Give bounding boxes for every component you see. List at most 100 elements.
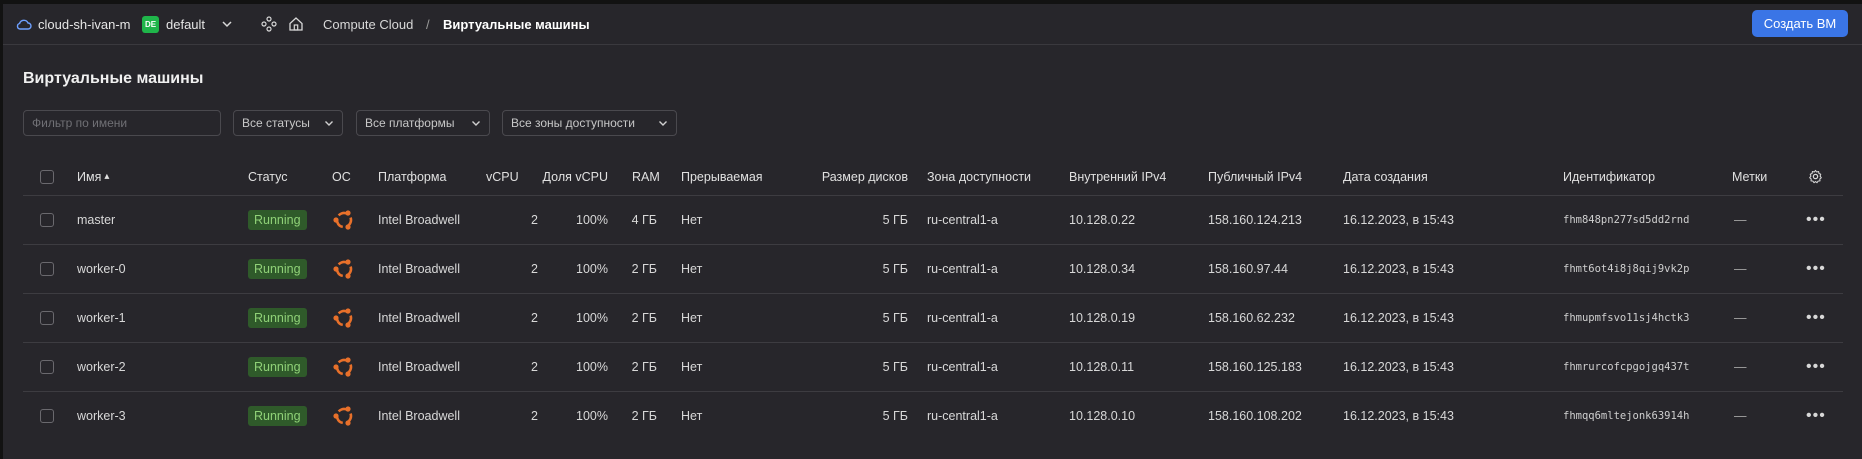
breadcrumb-current: Виртуальные машины	[443, 17, 590, 32]
disk-size-cell: 5 ГБ	[882, 360, 908, 374]
os-cell	[332, 196, 356, 244]
chevron-down-icon	[472, 121, 480, 126]
ubuntu-icon	[333, 406, 353, 426]
zone-cell: ru-central1-a	[927, 213, 998, 227]
status-badge: Running	[248, 259, 307, 279]
column-id[interactable]: Идентификатор	[1563, 158, 1655, 195]
more-dots-icon[interactable]: •••	[1806, 196, 1826, 244]
column-disk-size[interactable]: Размер дисков	[793, 158, 908, 195]
ubuntu-icon	[333, 357, 353, 377]
column-zone[interactable]: Зона доступности	[927, 158, 1031, 195]
disk-size-cell: 5 ГБ	[882, 213, 908, 227]
created-cell: 16.12.2023, в 15:43	[1343, 262, 1454, 276]
platform-cell: Intel Broadwell	[378, 360, 460, 374]
public-ip-cell: 158.160.62.232	[1208, 311, 1295, 325]
cloud-selector[interactable]: cloud-sh-ivan-m	[38, 17, 130, 32]
table-row[interactable]: worker-0 Running Intel Broadwell 2 100% …	[23, 245, 1843, 294]
public-ip-cell: 158.160.97.44	[1208, 262, 1288, 276]
internal-ip-cell: 10.128.0.10	[1069, 409, 1136, 423]
labels-cell: —	[1734, 213, 1747, 227]
gear-icon	[1809, 169, 1822, 184]
table-row[interactable]: worker-2 Running Intel Broadwell 2 100% …	[23, 343, 1843, 392]
created-cell: 16.12.2023, в 15:43	[1343, 409, 1454, 423]
id-cell: fhmt6ot4i8j8qij9vk2p	[1563, 263, 1690, 275]
column-vcpu[interactable]: vCPU	[486, 158, 519, 195]
more-dots-icon[interactable]: •••	[1806, 343, 1826, 391]
table-row[interactable]: master Running Intel Broadwell 2 100% 4 …	[23, 196, 1843, 245]
ubuntu-icon	[333, 259, 353, 279]
ram-cell: 2 ГБ	[631, 360, 657, 374]
chevron-down-icon	[659, 121, 667, 126]
public-ip-cell: 158.160.125.183	[1208, 360, 1302, 374]
column-name[interactable]: Имя ▴	[77, 158, 109, 195]
table-row[interactable]: worker-1 Running Intel Broadwell 2 100% …	[23, 294, 1843, 343]
column-ram[interactable]: RAM	[632, 158, 660, 195]
column-os[interactable]: ОС	[332, 158, 351, 195]
disk-size-cell: 5 ГБ	[882, 262, 908, 276]
os-cell	[332, 392, 356, 440]
more-dots-icon[interactable]: •••	[1806, 294, 1826, 342]
status-filter-value: Все статусы	[242, 116, 310, 130]
create-vm-button[interactable]: Создать ВМ	[1752, 10, 1848, 37]
chevron-down-icon[interactable]	[221, 18, 233, 30]
created-cell: 16.12.2023, в 15:43	[1343, 311, 1454, 325]
status-filter-select[interactable]: Все статусы	[233, 110, 343, 136]
table-settings-button[interactable]	[1808, 158, 1823, 195]
status-badge: Running	[248, 210, 307, 230]
os-cell	[332, 245, 356, 293]
vm-name[interactable]: worker-0	[77, 245, 126, 293]
app-window: cloud-sh-ivan-m DE default Compute Cloud…	[3, 4, 1862, 459]
ubuntu-icon	[333, 308, 353, 328]
breadcrumb-service[interactable]: Compute Cloud	[323, 17, 413, 32]
row-checkbox[interactable]	[40, 213, 54, 227]
id-cell: fhm848pn277sd5dd2rnd	[1563, 214, 1690, 226]
page-title: Виртуальные машины	[23, 70, 204, 87]
platform-cell: Intel Broadwell	[378, 262, 460, 276]
vm-table: Имя ▴ Статус ОС Платформа vCPU Доля vCPU…	[23, 158, 1843, 440]
vm-name[interactable]: worker-2	[77, 343, 126, 391]
services-hub-icon[interactable]	[261, 16, 277, 32]
folder-selector[interactable]: default	[166, 17, 205, 32]
zone-filter-value: Все зоны доступности	[511, 116, 635, 130]
internal-ip-cell: 10.128.0.19	[1069, 311, 1136, 325]
top-bar: cloud-sh-ivan-m DE default Compute Cloud…	[3, 4, 1862, 45]
column-platform[interactable]: Платформа	[378, 158, 446, 195]
zone-filter-select[interactable]: Все зоны доступности	[502, 110, 677, 136]
row-checkbox[interactable]	[40, 360, 54, 374]
column-public-ip[interactable]: Публичный IPv4	[1208, 158, 1302, 195]
platform-filter-select[interactable]: Все платформы	[356, 110, 490, 136]
column-labels[interactable]: Метки	[1732, 158, 1767, 195]
zone-cell: ru-central1-a	[927, 360, 998, 374]
name-filter-input[interactable]	[23, 110, 221, 136]
vm-name[interactable]: worker-3	[77, 392, 126, 440]
more-dots-icon[interactable]: •••	[1806, 245, 1826, 293]
column-internal-ip[interactable]: Внутренний IPv4	[1069, 158, 1166, 195]
table-row[interactable]: worker-3 Running Intel Broadwell 2 100% …	[23, 392, 1843, 440]
public-ip-cell: 158.160.108.202	[1208, 409, 1302, 423]
os-cell	[332, 294, 356, 342]
created-cell: 16.12.2023, в 15:43	[1343, 360, 1454, 374]
preemptible-cell: Нет	[681, 311, 703, 325]
table-header: Имя ▴ Статус ОС Платформа vCPU Доля vCPU…	[23, 158, 1843, 196]
home-icon[interactable]	[288, 16, 304, 32]
select-all-checkbox[interactable]	[40, 169, 54, 184]
preemptible-cell: Нет	[681, 213, 703, 227]
cloud-icon	[16, 19, 32, 30]
column-preemptible[interactable]: Прерываемая	[681, 158, 763, 195]
ram-cell: 4 ГБ	[631, 213, 657, 227]
vm-name[interactable]: master	[77, 196, 115, 244]
row-checkbox[interactable]	[40, 311, 54, 325]
column-status[interactable]: Статус	[248, 158, 288, 195]
row-checkbox[interactable]	[40, 409, 54, 423]
status-badge: Running	[248, 308, 307, 328]
column-name-label: Имя	[77, 169, 102, 184]
breadcrumb-separator: /	[426, 17, 430, 32]
disk-size-cell: 5 ГБ	[882, 409, 908, 423]
row-checkbox[interactable]	[40, 262, 54, 276]
column-vcpu-share[interactable]: Доля vCPU	[523, 158, 608, 195]
column-created[interactable]: Дата создания	[1343, 158, 1428, 195]
ram-cell: 2 ГБ	[631, 262, 657, 276]
vm-name[interactable]: worker-1	[77, 294, 126, 342]
more-dots-icon[interactable]: •••	[1806, 392, 1826, 440]
preemptible-cell: Нет	[681, 409, 703, 423]
